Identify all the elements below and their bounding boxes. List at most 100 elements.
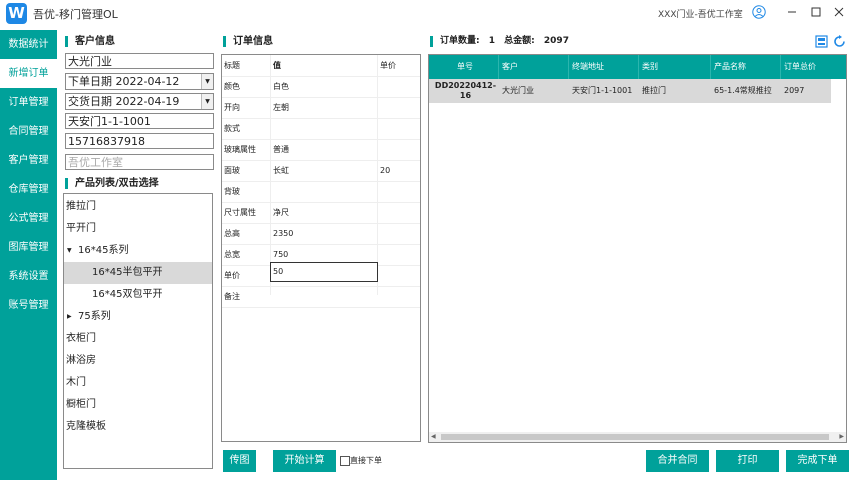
print-button[interactable]: 打印 [716,450,779,472]
sidebar-item-contract-management[interactable]: 合同管理 [0,117,57,146]
tree-item-swing-door[interactable]: 平开门 [64,218,214,240]
customer-info-title: 客户信息 [65,36,115,47]
orders-table: 单号 客户 终端地址 类别 产品名称 订单总价 DD20220412-16 大光… [428,54,847,443]
table-row[interactable]: 颜色 白色 [222,76,420,98]
column-header: 订单总价 [784,62,816,71]
row-value[interactable] [273,118,377,139]
sidebar-item-statistics[interactable]: 数据统计 [0,30,57,59]
tree-item-cabinet-door[interactable]: 橱柜门 [64,394,214,416]
upload-image-button[interactable]: 传图 [223,450,256,472]
unit-price-edit-input[interactable]: 50 [270,262,378,282]
table-row[interactable]: 背玻 [222,181,420,203]
row-price[interactable] [380,139,420,160]
row-price[interactable] [380,76,420,97]
table-header-row: 标题 值 单价 [222,55,420,77]
chevron-down-icon[interactable]: ▼ [201,94,213,109]
expand-down-icon[interactable]: ▼ [67,240,72,262]
row-price[interactable]: 20 [380,160,420,181]
complete-order-button[interactable]: 完成下单 [786,450,849,472]
table-row[interactable]: DD20220412-16 大光门业 天安门1-1-1001 推拉门 65-1.… [429,79,831,103]
row-price[interactable] [380,118,420,139]
row-price[interactable] [380,223,420,244]
order-summary: 订单数量: 1 总金额: 2097 [430,36,569,47]
order-info-title: 订单信息 [223,36,273,47]
tree-item-shower-room[interactable]: 淋浴房 [64,350,214,372]
sidebar-item-new-order[interactable]: 新增订单 [0,59,57,88]
row-value[interactable]: 左朝 [273,97,377,118]
row-price[interactable] [380,97,420,118]
scroll-thumb[interactable] [441,434,829,440]
phone-field[interactable]: 15716837918 [65,133,214,149]
table-row[interactable]: 总高 2350 [222,223,420,245]
tree-item-16x45-double-swing[interactable]: 16*45双包平开 [64,284,212,306]
row-price[interactable] [380,265,420,286]
total-amount-label: 总金额: [504,36,535,46]
row-value[interactable]: 净尺 [273,202,377,223]
merge-contract-button[interactable]: 合并合同 [646,450,709,472]
start-calculation-button[interactable]: 开始计算 [273,450,336,472]
sidebar-item-warehouse-management[interactable]: 仓库管理 [0,175,57,204]
row-value[interactable]: 普通 [273,139,377,160]
row-value[interactable]: 长虹 [273,160,377,181]
tree-item-clone-template[interactable]: 克隆模板 [64,416,214,438]
refresh-icon[interactable] [833,35,846,48]
customer-name-field[interactable]: 大光门业 [65,53,214,69]
sidebar-item-formula-management[interactable]: 公式管理 [0,204,57,233]
direct-order-label: 直接下单 [350,456,382,465]
row-price[interactable] [380,181,420,202]
column-header: 值 [273,61,281,70]
row-label: 背玻 [224,187,240,196]
sidebar-item-account-management[interactable]: 账号管理 [0,291,57,320]
sidebar-item-order-management[interactable]: 订单管理 [0,88,57,117]
row-price[interactable] [380,286,420,307]
horizontal-scrollbar[interactable]: ◀ ▶ [429,432,846,442]
expand-right-icon[interactable]: ▶ [67,306,72,328]
delivery-date-picker[interactable]: 交货日期 2022-04-19 ▼ [65,93,214,110]
tree-item-label: 16*45系列 [78,245,129,256]
scroll-left-icon[interactable]: ◀ [431,432,436,442]
maximize-icon[interactable] [808,4,824,20]
close-icon[interactable] [831,4,847,20]
order-category: 推拉门 [642,86,666,95]
row-label: 备注 [224,292,240,301]
table-row[interactable]: 备注 [222,286,420,308]
sidebar-item-customer-management[interactable]: 客户管理 [0,146,57,175]
table-row[interactable]: 面玻 长虹 20 [222,160,420,182]
tree-item-sliding-door[interactable]: 推拉门 [64,196,214,218]
row-value[interactable]: 2350 [273,223,377,244]
sidebar-item-system-settings[interactable]: 系统设置 [0,262,57,291]
column-header: 终端地址 [569,55,639,79]
address-field[interactable]: 天安门1-1-1001 [65,113,214,129]
row-price[interactable] [380,202,420,223]
order-info-table: 标题 值 单价 颜色 白色 开向 左朝 款式 玻璃属性 普通 面玻 长虹 20 背玻 尺寸… [221,54,421,442]
delivery-date-value: 交货日期 2022-04-19 [68,95,180,108]
tree-item-wood-door[interactable]: 木门 [64,372,214,394]
table-row[interactable]: 尺寸属性 净尺 [222,202,420,224]
scroll-right-icon[interactable]: ▶ [839,432,844,442]
table-row[interactable]: 款式 [222,118,420,140]
sidebar-item-gallery-management[interactable]: 图库管理 [0,233,57,262]
row-label: 单价 [224,271,240,280]
tree-item-75-series[interactable]: ▶ 75系列 [64,306,212,328]
chevron-down-icon[interactable]: ▼ [201,74,213,89]
total-amount: 2097 [543,36,569,46]
remark-field[interactable]: 吾优工作室 [65,154,214,170]
order-id: DD20220412-16 [434,81,497,100]
row-value[interactable]: 白色 [273,76,377,97]
tree-item-16x45-series[interactable]: ▼ 16*45系列 [64,240,212,262]
user-icon[interactable] [752,5,766,19]
title-bar: W 吾优-移门管理OL XXX门业-吾优工作室 [0,0,853,27]
order-date-picker[interactable]: 下单日期 2022-04-12 ▼ [65,73,214,90]
row-price[interactable] [380,244,420,265]
column-header: 单价 [380,61,396,70]
minimize-icon[interactable] [784,4,800,20]
row-label: 总高 [224,229,240,238]
row-value[interactable] [273,286,377,307]
tree-item-16x45-half-swing[interactable]: 16*45半包平开 [64,262,212,284]
row-value[interactable] [273,181,377,202]
tree-item-wardrobe-door[interactable]: 衣柜门 [64,328,214,350]
table-row[interactable]: 玻璃属性 普通 [222,139,420,161]
direct-order-checkbox[interactable] [340,456,350,466]
export-icon[interactable] [815,35,828,48]
table-row[interactable]: 开向 左朝 [222,97,420,119]
